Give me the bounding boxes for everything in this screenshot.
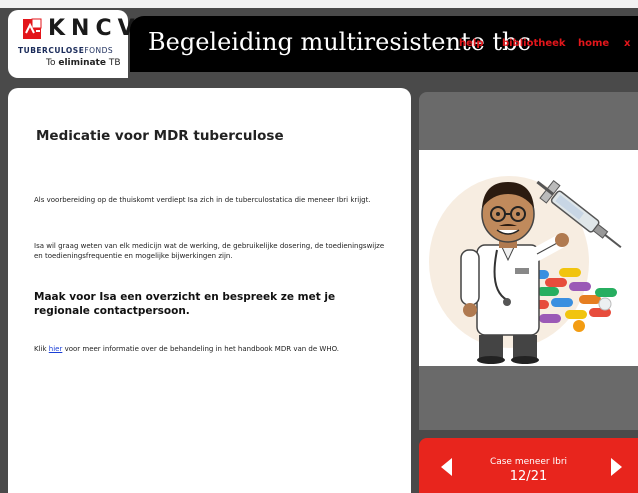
detail-paragraph: Isa wil graag weten van elk medicijn wat…	[34, 242, 385, 260]
info-link[interactable]: hier	[49, 345, 63, 353]
kncv-logo-icon	[20, 16, 46, 42]
nav-home-link[interactable]: home	[578, 38, 609, 49]
image-panel-top	[419, 92, 638, 150]
case-navigation-bar: Case meneer Ibri 12/21	[419, 438, 638, 493]
header-bar: Begeleiding multiresistente tbc help bib…	[130, 16, 638, 72]
brand-fonds: TUBERCULOSEFONDS	[18, 46, 114, 55]
case-progress: 12/21	[509, 469, 548, 484]
brand-name: KNCV	[48, 16, 141, 41]
brand-tagline: To eliminate TB	[46, 58, 121, 68]
nav-library-link[interactable]: bibliotheek	[502, 38, 566, 49]
intro-paragraph: Als voorbereiding op de thuiskomt verdie…	[34, 196, 371, 204]
case-title: Case meneer Ibri	[489, 457, 568, 467]
brand-logo[interactable]: KNCV TUBERCULOSEFONDS To eliminate TB	[8, 10, 135, 78]
nav-close-link[interactable]: x	[624, 38, 630, 49]
arrow-right-icon[interactable]	[611, 458, 622, 476]
assignment-text: Maak voor Isa een overzicht en bespreek …	[34, 291, 336, 317]
nav-help-link[interactable]: help	[459, 38, 484, 49]
content-heading: Medicatie voor MDR tuberculose	[36, 128, 284, 144]
content-panel: Medicatie voor MDR tuberculose Als voorb…	[8, 88, 411, 493]
doctor-with-syringe-illustration	[429, 176, 622, 364]
image-panel-bottom	[419, 366, 638, 430]
info-paragraph: Klik hier voor meer informatie over de b…	[34, 345, 340, 353]
top-strip	[0, 0, 638, 8]
illustration-panel	[419, 150, 638, 366]
